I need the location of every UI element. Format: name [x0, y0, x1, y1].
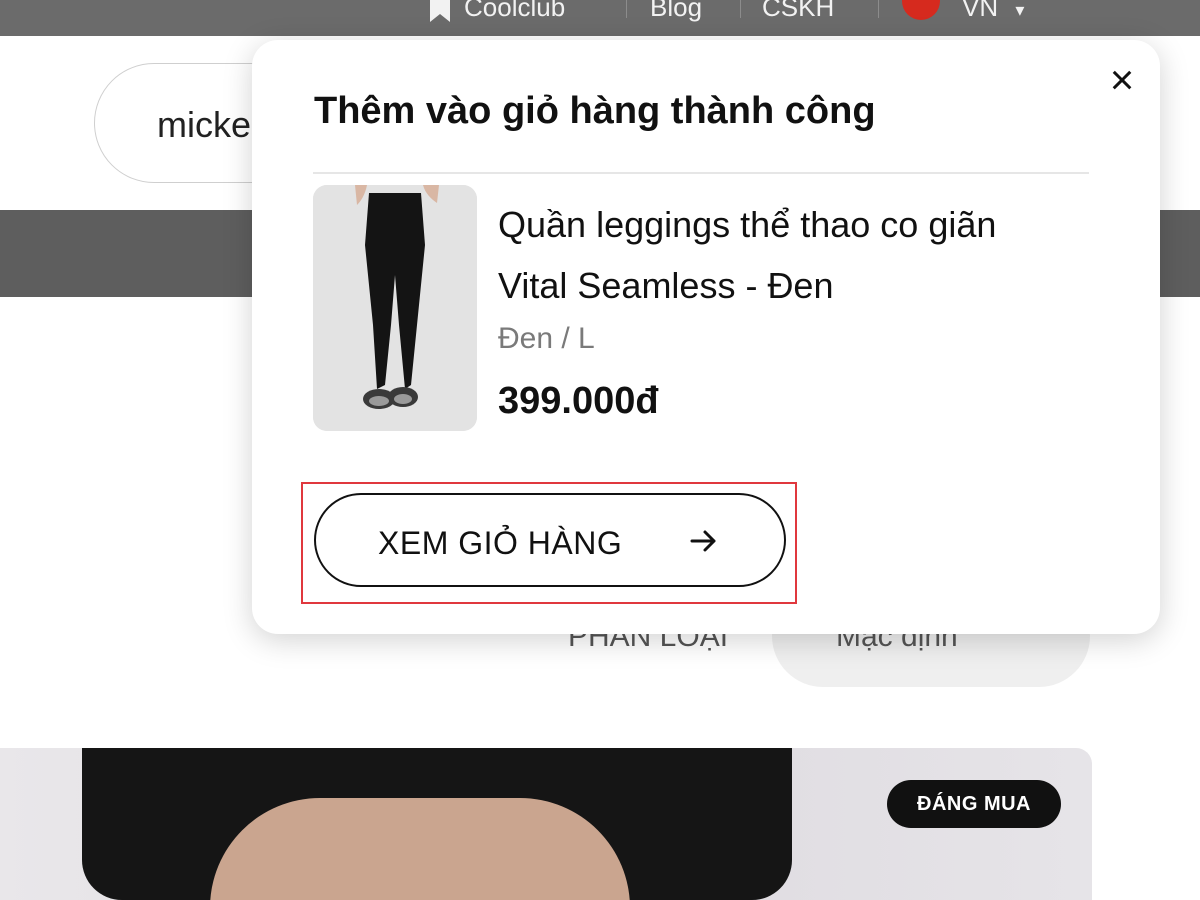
- leggings-image: [313, 185, 477, 431]
- language-label: VN: [962, 0, 999, 22]
- product-name-line-1: Quần leggings thể thao co giãn: [498, 204, 997, 245]
- cskh-link[interactable]: CSKH: [762, 0, 834, 23]
- top-utility-bar: Coolclub Blog CSKH VN ▾: [0, 0, 1200, 36]
- product-photo-skin: [210, 798, 630, 900]
- view-cart-label: XEM GIỎ HÀNG: [378, 525, 623, 561]
- popup-divider: [313, 172, 1089, 174]
- coolclub-link[interactable]: Coolclub: [426, 0, 565, 24]
- product-variant: Đen / L: [498, 322, 595, 355]
- chevron-down-icon: ▾: [1015, 0, 1025, 20]
- blog-link[interactable]: Blog: [650, 0, 702, 23]
- topbar-divider: [878, 0, 879, 18]
- topbar-divider: [740, 0, 741, 18]
- bookmark-icon: [430, 0, 450, 23]
- product-thumbnail[interactable]: [313, 185, 477, 431]
- product-name-line-2: Vital Seamless - Đen: [498, 265, 834, 306]
- language-selector[interactable]: VN ▾: [962, 0, 1024, 23]
- topbar-divider: [626, 0, 627, 18]
- product-name[interactable]: Quần leggings thể thao co giãn Vital Sea…: [498, 194, 1098, 316]
- arrow-right-icon: [690, 530, 716, 552]
- product-price: 399.000đ: [498, 380, 659, 422]
- view-cart-button[interactable]: XEM GIỎ HÀNG: [314, 493, 786, 587]
- popup-title: Thêm vào giỏ hàng thành công: [314, 90, 876, 132]
- vietnam-flag-icon[interactable]: [902, 0, 940, 20]
- recommended-badge: ĐÁNG MUA: [887, 780, 1061, 828]
- coolclub-label: Coolclub: [464, 0, 566, 22]
- search-input-value: micke: [157, 104, 252, 145]
- close-icon[interactable]: ×: [1102, 59, 1142, 101]
